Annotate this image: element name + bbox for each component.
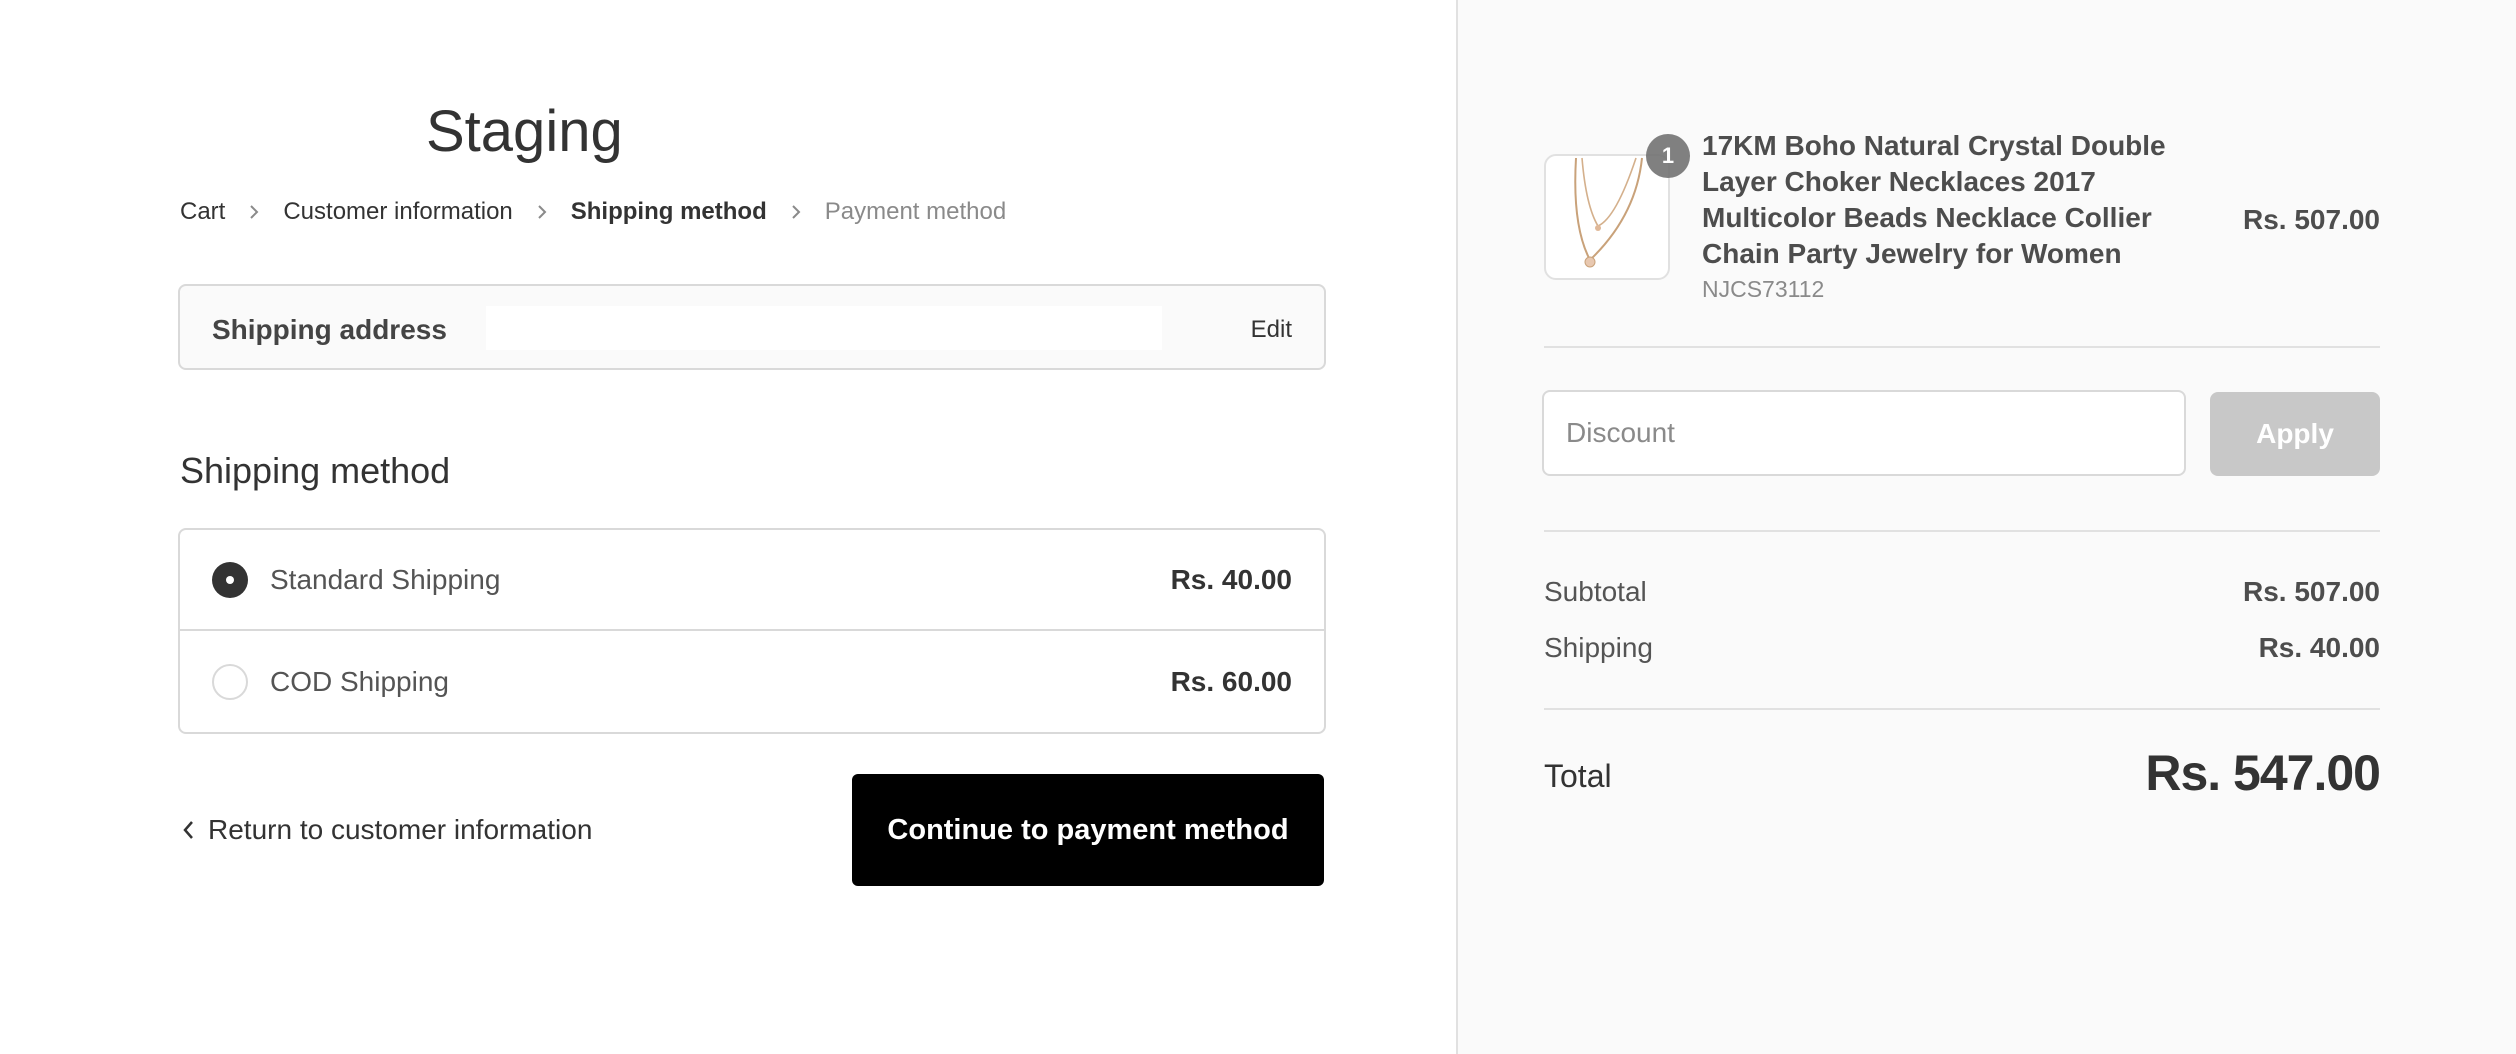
total-value: Rs. 547.00 (2145, 745, 2381, 801)
radio-selected[interactable] (212, 562, 248, 598)
apply-discount-button[interactable]: Apply (2210, 392, 2380, 476)
shipping-option-label: COD Shipping (270, 666, 449, 697)
continue-to-payment-button[interactable]: Continue to payment method (852, 774, 1324, 886)
return-to-customer-information-link[interactable]: Return to customer information (180, 814, 592, 846)
divider (1544, 708, 2380, 710)
chevron-right-icon (535, 205, 549, 219)
breadcrumb-shipping-method: Shipping method (570, 198, 767, 225)
shipping-option-cod[interactable]: COD Shipping Rs. 60.00 (180, 632, 1324, 733)
chevron-right-icon (247, 205, 261, 219)
subtotal-label: Subtotal (1544, 576, 1647, 607)
breadcrumb-cart[interactable]: Cart (180, 198, 225, 226)
return-link-label: Return to customer information (208, 814, 593, 845)
store-title: Staging (426, 99, 623, 164)
discount-input[interactable] (1542, 390, 2186, 476)
breadcrumb: Cart Customer information Shipping metho… (180, 196, 1006, 228)
edit-address-link[interactable]: Edit (1251, 316, 1292, 344)
divider (1544, 530, 2380, 532)
shipping-address-value (486, 306, 1162, 350)
shipping-address-label: Shipping address (212, 314, 447, 345)
product-name: 17KM Boho Natural Crystal Double Layer C… (1702, 130, 2166, 269)
breadcrumb-customer-information[interactable]: Customer information (283, 198, 512, 226)
chevron-right-icon (789, 205, 803, 219)
shipping-methods-list: Standard Shipping Rs. 40.00 COD Shipping… (178, 528, 1326, 734)
shipping-cost-value: Rs. 40.00 (2258, 632, 2380, 663)
shipping-method-title: Shipping method (180, 450, 451, 491)
necklace-image (1574, 157, 1643, 268)
product-price: Rs. 507.00 (2243, 204, 2380, 235)
shipping-option-price: Rs. 40.00 (1170, 564, 1292, 595)
total-label: Total (1544, 758, 1612, 794)
shipping-option-standard[interactable]: Standard Shipping Rs. 40.00 (180, 530, 1324, 631)
shipping-cost-label: Shipping (1544, 632, 1653, 663)
shipping-address-review: Shipping address Edit (178, 284, 1326, 370)
chevron-left-icon (183, 821, 193, 839)
radio-unselected[interactable] (212, 664, 248, 700)
quantity-badge: 1 (1646, 134, 1690, 178)
divider (1544, 346, 2380, 348)
shipping-option-price: Rs. 60.00 (1170, 666, 1292, 697)
product-thumbnail (1544, 154, 1670, 280)
product-sku: NJCS73112 (1702, 276, 1825, 302)
breadcrumb-payment-method: Payment method (824, 198, 1007, 225)
subtotal-value: Rs. 507.00 (2243, 576, 2380, 607)
shipping-option-label: Standard Shipping (270, 564, 501, 595)
